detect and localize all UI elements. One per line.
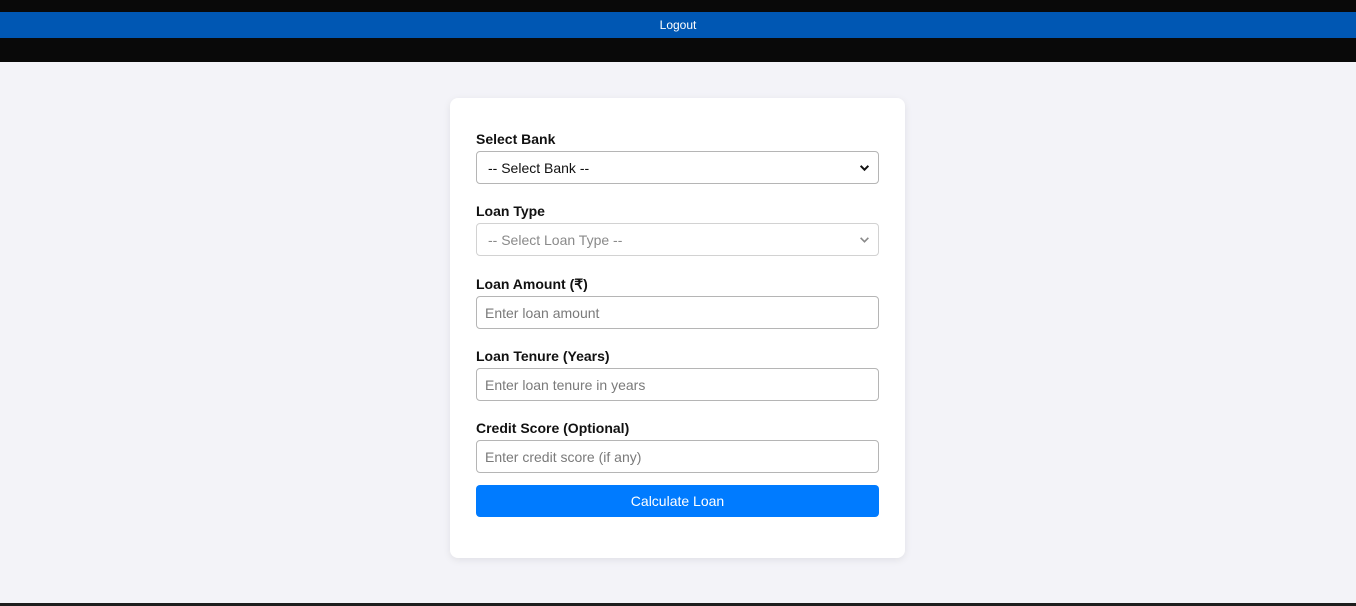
loan-tenure-input[interactable] (476, 368, 879, 401)
calculate-loan-button[interactable]: Calculate Loan (476, 485, 879, 517)
loan-amount-input[interactable] (476, 296, 879, 329)
top-header: Logout (0, 0, 1356, 62)
logout-label: Logout (659, 18, 697, 32)
bank-label: Select Bank (476, 131, 556, 147)
bank-select[interactable]: -- Select Bank -- (476, 151, 879, 184)
chevron-down-icon (860, 237, 869, 243)
credit-score-label: Credit Score (Optional) (476, 420, 630, 436)
chevron-down-icon (859, 165, 870, 172)
bank-select-value: -- Select Bank -- (488, 159, 590, 176)
loan-amount-label: Loan Amount (₹) (476, 276, 588, 292)
loan-form-card: Select Bank -- Select Bank -- Loan Type … (450, 98, 905, 558)
credit-score-input[interactable] (476, 440, 879, 473)
loan-type-select[interactable]: -- Select Loan Type -- (476, 223, 879, 256)
logout-button[interactable]: Logout (0, 12, 1356, 38)
loan-type-select-value: -- Select Loan Type -- (488, 231, 623, 248)
calculate-loan-label: Calculate Loan (630, 493, 725, 509)
loan-tenure-label: Loan Tenure (Years) (476, 348, 610, 364)
loan-type-label: Loan Type (476, 203, 545, 219)
